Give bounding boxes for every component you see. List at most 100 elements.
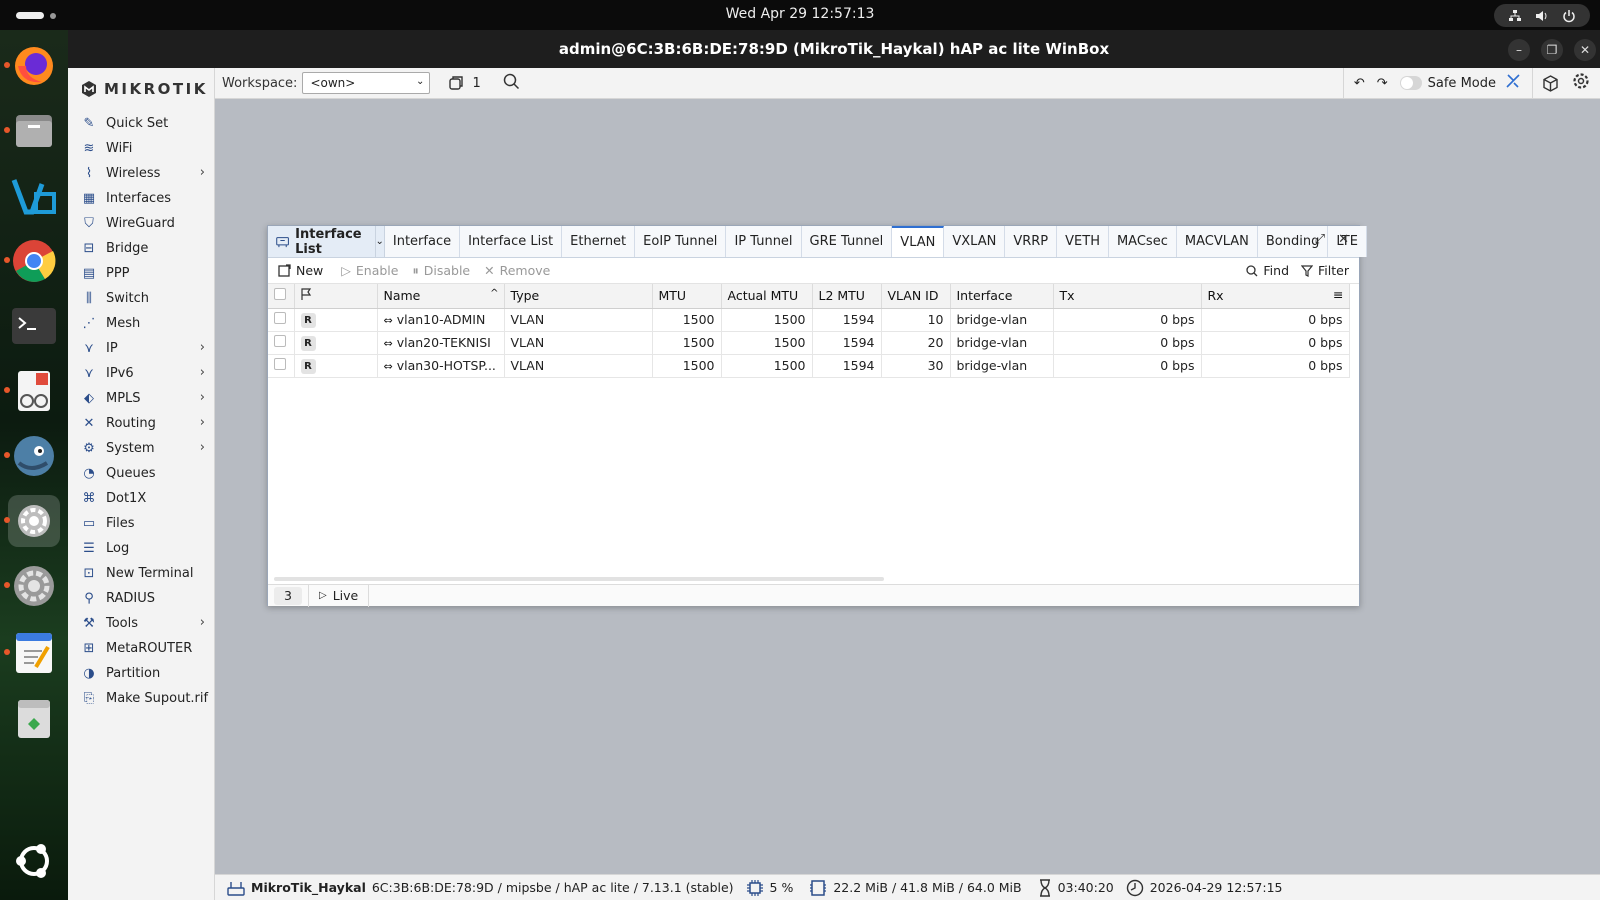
sidebar-item-bridge[interactable]: ⊟ Bridge (68, 236, 215, 261)
close-dialog-button[interactable]: ✕ (1338, 232, 1349, 247)
horizontal-scrollbar[interactable] (274, 577, 884, 581)
table-row[interactable]: R ⇔ vlan10-ADMIN VLAN 1500 1500 1594 10 bridge-v… (268, 308, 1350, 332)
sidebar-item-ppp[interactable]: ▤ PPP (68, 261, 215, 286)
system-tray[interactable] (1494, 4, 1590, 27)
sidebar-item-mesh[interactable]: ⋰ Mesh (68, 311, 215, 336)
select-all-checkbox[interactable] (268, 284, 295, 309)
dock-viewer[interactable] (4, 365, 60, 417)
column-header-name[interactable]: Name ^ (377, 284, 505, 309)
dock-show-apps[interactable] (8, 835, 60, 887)
tab-eoip-tunnel[interactable]: EoIP Tunnel (635, 226, 727, 257)
tab-vrrp[interactable]: VRRP (1005, 226, 1058, 257)
row-checkbox[interactable] (268, 308, 295, 332)
sidebar-item-new-terminal[interactable]: ⊡ New Terminal (68, 561, 215, 586)
redo-button[interactable]: ↷ (1377, 76, 1388, 91)
column-header-l2-mtu[interactable]: L2 MTU (812, 284, 882, 309)
sidebar-item-tools[interactable]: ⚒ Tools › (68, 611, 215, 636)
undo-button[interactable]: ↶ (1354, 76, 1365, 91)
tab-ip-tunnel[interactable]: IP Tunnel (726, 226, 802, 257)
remove-button[interactable]: ✕ Remove (484, 263, 550, 278)
sidebar-item-system[interactable]: ⚙ System › (68, 436, 215, 461)
sidebar-item-routing[interactable]: ✕ Routing › (68, 411, 215, 436)
sidebar-item-interfaces[interactable]: ▦ Interfaces (68, 186, 215, 211)
table-row[interactable]: R ⇔ vlan20-TEKNISI VLAN 1500 1500 1594 20 bridge… (268, 331, 1350, 355)
window-count-button[interactable]: 1 (448, 75, 481, 91)
enable-button[interactable]: ▷ Enable (341, 263, 398, 278)
safe-mode-icon-button[interactable] (1504, 72, 1522, 94)
dock-terminal[interactable] (8, 300, 60, 352)
tab-macvlan[interactable]: MACVLAN (1176, 226, 1258, 257)
tab-vlan[interactable]: VLAN (892, 226, 945, 257)
sidebar-item-queues[interactable]: ◔ Queues (68, 461, 215, 486)
sidebar-item-switch[interactable]: ⫼ Switch (68, 286, 215, 311)
sidebar-item-make-supout-rif[interactable]: ⎘ Make Supout.rif (68, 686, 215, 711)
sidebar-item-wifi[interactable]: ≋ WiFi (68, 136, 215, 161)
column-header-vlan-id[interactable]: VLAN ID (881, 284, 951, 309)
dialog-title[interactable]: Interface List (268, 226, 376, 257)
switch-icon: ⫼ (86, 291, 92, 306)
disable-button[interactable]: ⏸ Disable (412, 263, 470, 279)
sidebar-item-quick-set[interactable]: ✎ Quick Set (68, 111, 215, 136)
dock-settings[interactable] (4, 560, 60, 612)
chevron-right-icon: › (199, 165, 205, 180)
sidebar-item-wireguard[interactable]: ⛉ WireGuard (68, 211, 215, 236)
maximize-button[interactable]: ❐ (1541, 39, 1563, 61)
column-header-interface[interactable]: Interface (950, 284, 1054, 309)
tab-ethernet[interactable]: Ethernet (562, 226, 636, 257)
tab-interface-list[interactable]: Interface List (460, 226, 563, 257)
column-header-type[interactable]: Type (504, 284, 653, 309)
filter-button[interactable]: Filter (1301, 263, 1349, 278)
memory-icon (810, 879, 827, 896)
sidebar-item-dot1x[interactable]: ⌘ Dot1X (68, 486, 215, 511)
tab-macsec[interactable]: MACsec (1108, 226, 1177, 257)
cell-type: VLAN (504, 308, 653, 332)
dock-text-editor[interactable] (4, 627, 60, 679)
table-row[interactable]: R ⇔ vlan30-HOTSP... VLAN 1500 1500 1594 30 bridg… (268, 354, 1350, 378)
sidebar-item-partition[interactable]: ◑ Partition (68, 661, 215, 686)
dock-vscode-like[interactable] (8, 170, 60, 222)
dock-chrome[interactable] (4, 235, 60, 287)
column-header-mtu[interactable]: MTU (652, 284, 722, 309)
dock-firefox[interactable] (4, 40, 60, 92)
sidebar-item-ip[interactable]: ⋎ IP › (68, 336, 215, 361)
system-clock[interactable]: Wed Apr 29 12:57:13 (0, 6, 1600, 22)
minimize-button[interactable]: – (1508, 39, 1530, 61)
sidebar-item-ipv6[interactable]: ⋎ IPv6 › (68, 361, 215, 386)
tab-interface[interactable]: Interface (384, 226, 461, 257)
tab-gre-tunnel[interactable]: GRE Tunnel (801, 226, 893, 257)
row-checkbox[interactable] (268, 331, 295, 355)
settings-button[interactable] (1568, 72, 1600, 94)
vlan-link-icon: ⇔ (383, 360, 393, 373)
find-button[interactable]: Find (1246, 263, 1289, 278)
dock-trash[interactable] (8, 692, 60, 744)
detach-window-button[interactable]: ⤢ (1315, 232, 1325, 247)
new-button[interactable]: New (278, 263, 323, 278)
column-header-tx[interactable]: Tx (1053, 284, 1202, 309)
close-window-button[interactable]: ✕ (1574, 39, 1596, 61)
sidebar-item-files[interactable]: ▭ Files (68, 511, 215, 536)
sort-asc-icon: ^ (490, 288, 499, 299)
window-title-bar[interactable]: admin@6C:3B:6B:DE:78:9D (MikroTik_Haykal… (68, 30, 1600, 68)
global-search-button[interactable] (503, 73, 520, 94)
column-header-actual-mtu[interactable]: Actual MTU (721, 284, 813, 309)
tab-veth[interactable]: VETH (1057, 226, 1109, 257)
dock-winbox[interactable] (4, 495, 60, 547)
sidebar-item-label: MPLS (106, 391, 141, 406)
dock-gimp[interactable] (4, 430, 60, 482)
sidebar-item-wireless[interactable]: ⌇ Wireless › (68, 161, 215, 186)
sidebar-item-radius[interactable]: ⚲ RADIUS (68, 586, 215, 611)
sidebar-item-mpls[interactable]: ⬖ MPLS › (68, 386, 215, 411)
inspect-button[interactable] (1532, 68, 1568, 98)
live-toggle-button[interactable]: ▷ Live (308, 584, 370, 607)
row-checkbox[interactable] (268, 354, 295, 378)
sidebar-item-log[interactable]: ☰ Log (68, 536, 215, 561)
cpu-usage: 5 % (746, 879, 793, 897)
sidebar-item-metarouter[interactable]: ⊞ MetaROUTER (68, 636, 215, 661)
safe-mode-toggle[interactable] (1399, 76, 1422, 90)
column-header-rx[interactable]: Rx ≡ (1201, 284, 1350, 309)
dock-files[interactable] (4, 105, 60, 157)
flags-column-header[interactable] (294, 284, 378, 309)
dialog-menu-button[interactable]: ⌄ (376, 226, 385, 257)
tab-vxlan[interactable]: VXLAN (944, 226, 1006, 257)
workspace-select[interactable]: <own> ⌄ (302, 72, 431, 94)
